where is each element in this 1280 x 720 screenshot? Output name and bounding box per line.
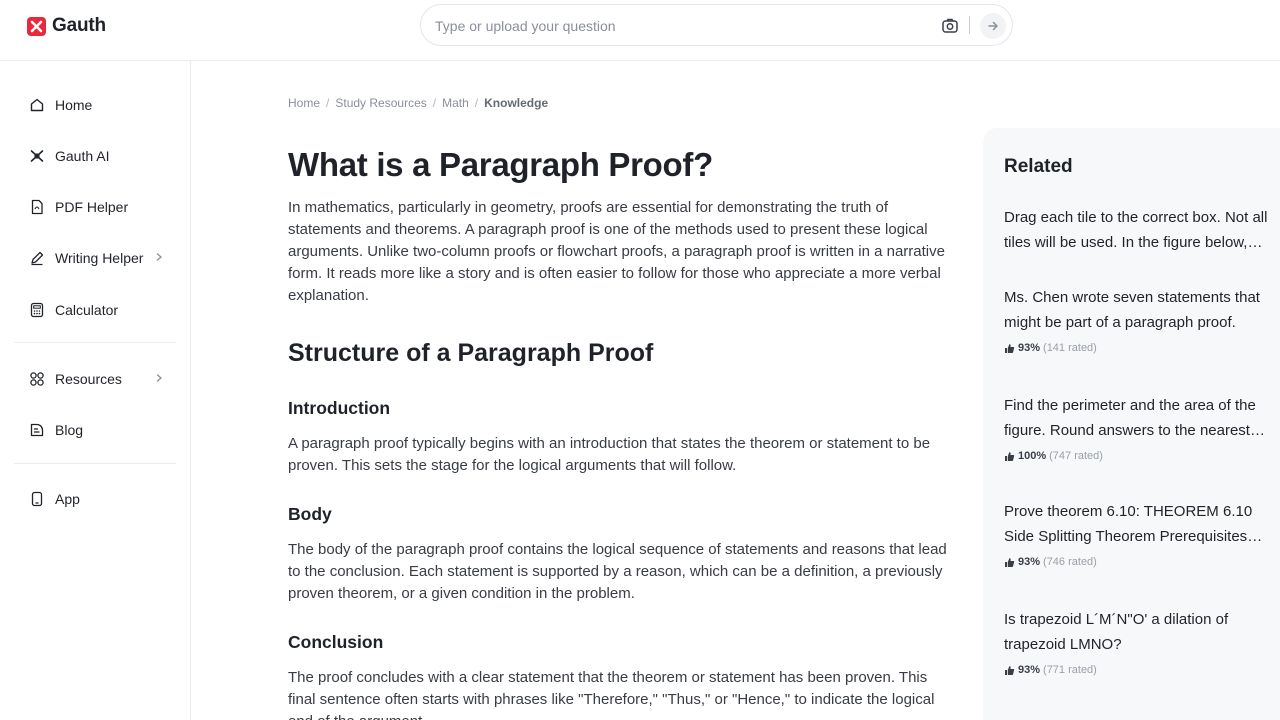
sidebar-item-label: Resources [55,371,122,387]
rating: 93% (771 rated) [1004,664,1269,676]
thumbs-up-icon [1005,451,1015,461]
sidebar-item-label: Writing Helper [55,250,144,266]
sidebar-item-calculator[interactable]: Calculator [14,292,176,328]
related-question[interactable]: Is trapezoid L´M´N"O' a dilation of trap… [1004,607,1269,676]
breadcrumb-study-resources[interactable]: Study Resources [335,96,426,110]
section-title: Structure of a Paragraph Proof [288,339,654,367]
breadcrumb-knowledge: Knowledge [484,96,549,110]
rating-count: (141 rated) [1043,342,1097,354]
section-heading-introduction: Introduction [288,398,391,418]
related-question-text: Prove theorem 6.10: THEOREM 6.10 Side Sp… [1004,503,1253,545]
arrow-right-icon [988,21,998,31]
related-question[interactable]: Ms. Chen wrote seven statements that mig… [1004,285,1269,354]
rating-count: (746 rated) [1043,556,1097,568]
camera-icon[interactable] [941,17,959,35]
breadcrumb-separator: / [326,96,330,110]
breadcrumb-math[interactable]: Math [442,96,469,110]
search-input[interactable] [435,16,915,36]
intro-paragraph: In mathematics, particularly in geometry… [288,199,945,304]
related-question[interactable]: Find the perimeter and the area of the f… [1004,393,1269,462]
related-question-text: Drag each tile to the correct box. Not a… [1004,209,1268,251]
sidebar-item-label: Home [55,97,93,113]
rating: 93% (746 rated) [1004,556,1269,568]
rating-percent: 93% [1018,556,1041,568]
home-icon [29,97,45,113]
sidebar-divider [14,463,176,464]
brand-name: Gauth [52,15,106,36]
rating-count: (747 rated) [1049,450,1103,462]
top-bar: Gauth [0,0,1280,61]
section-text-conclusion: The proof concludes with a clear stateme… [288,669,935,720]
chevron-right-icon [156,374,162,382]
breadcrumb-separator: / [474,96,479,110]
search-bar [420,4,1013,46]
sidebar-item-writing-helper[interactable]: Writing Helper [14,240,176,276]
calculator-icon [29,302,45,318]
rating: 93% (141 rated) [1004,342,1269,354]
sidebar: Home Gauth AI PDF Helper Writing Helper … [0,61,191,720]
related-question-text: Find the perimeter and the area of the f… [1004,397,1256,439]
sidebar-item-app[interactable]: App [14,481,176,517]
phone-icon [29,491,45,507]
search-divider [969,16,970,34]
gauth-logo[interactable]: Gauth [27,15,106,37]
related-question[interactable]: Drag each tile to the correct box. Not a… [1004,205,1269,255]
section-heading-body: Body [288,504,332,524]
page-title: What is a Paragraph Proof? [288,146,713,183]
related-question-text: Ms. Chen wrote seven statements that mig… [1004,289,1260,331]
section-heading-conclusion: Conclusion [288,632,384,652]
sidebar-item-blog[interactable]: Blog [14,412,176,448]
blog-icon [29,422,45,438]
related-question-text: Is trapezoid L´M´N"O' a dilation of trap… [1004,611,1229,653]
gauth-ai-icon [29,148,45,164]
submit-button[interactable] [980,13,1006,39]
rating: 100% (747 rated) [1004,450,1269,462]
breadcrumb-separator: / [432,96,437,110]
related-question[interactable]: Prove theorem 6.10: THEOREM 6.10 Side Sp… [1004,499,1269,568]
sidebar-divider [14,342,176,343]
pdf-icon [29,199,45,215]
grid-icon [29,371,45,387]
thumbs-up-icon [1005,665,1015,675]
related-panel: Related Drag each tile to the correct bo… [983,128,1280,720]
related-title: Related [1004,156,1073,177]
sidebar-item-label: App [55,491,80,507]
breadcrumb: Home / Study Resources / Math / Knowledg… [288,96,548,110]
sidebar-item-resources[interactable]: Resources [14,361,176,397]
sidebar-item-pdf-helper[interactable]: PDF Helper [14,189,176,225]
section-text-introduction: A paragraph proof typically begins with … [288,435,931,474]
rating-count: (771 rated) [1043,664,1097,676]
sidebar-item-label: Calculator [55,302,119,318]
gauth-logo-icon [27,16,46,36]
sidebar-item-home[interactable]: Home [14,87,176,123]
article: What is a Paragraph Proof? In mathematic… [288,140,953,720]
sidebar-item-gauth-ai[interactable]: Gauth AI [14,138,176,174]
pen-icon [29,250,45,266]
sidebar-item-label: Blog [55,422,84,438]
rating-percent: 93% [1018,664,1041,676]
chevron-right-icon [156,253,162,261]
sidebar-item-label: PDF Helper [55,199,129,215]
thumbs-up-icon [1005,343,1015,353]
sidebar-item-label: Gauth AI [55,148,110,164]
rating-percent: 100% [1018,450,1047,462]
rating-percent: 93% [1018,342,1041,354]
breadcrumb-home[interactable]: Home [288,96,320,110]
thumbs-up-icon [1005,557,1015,567]
section-text-body: The body of the paragraph proof contains… [288,541,947,602]
